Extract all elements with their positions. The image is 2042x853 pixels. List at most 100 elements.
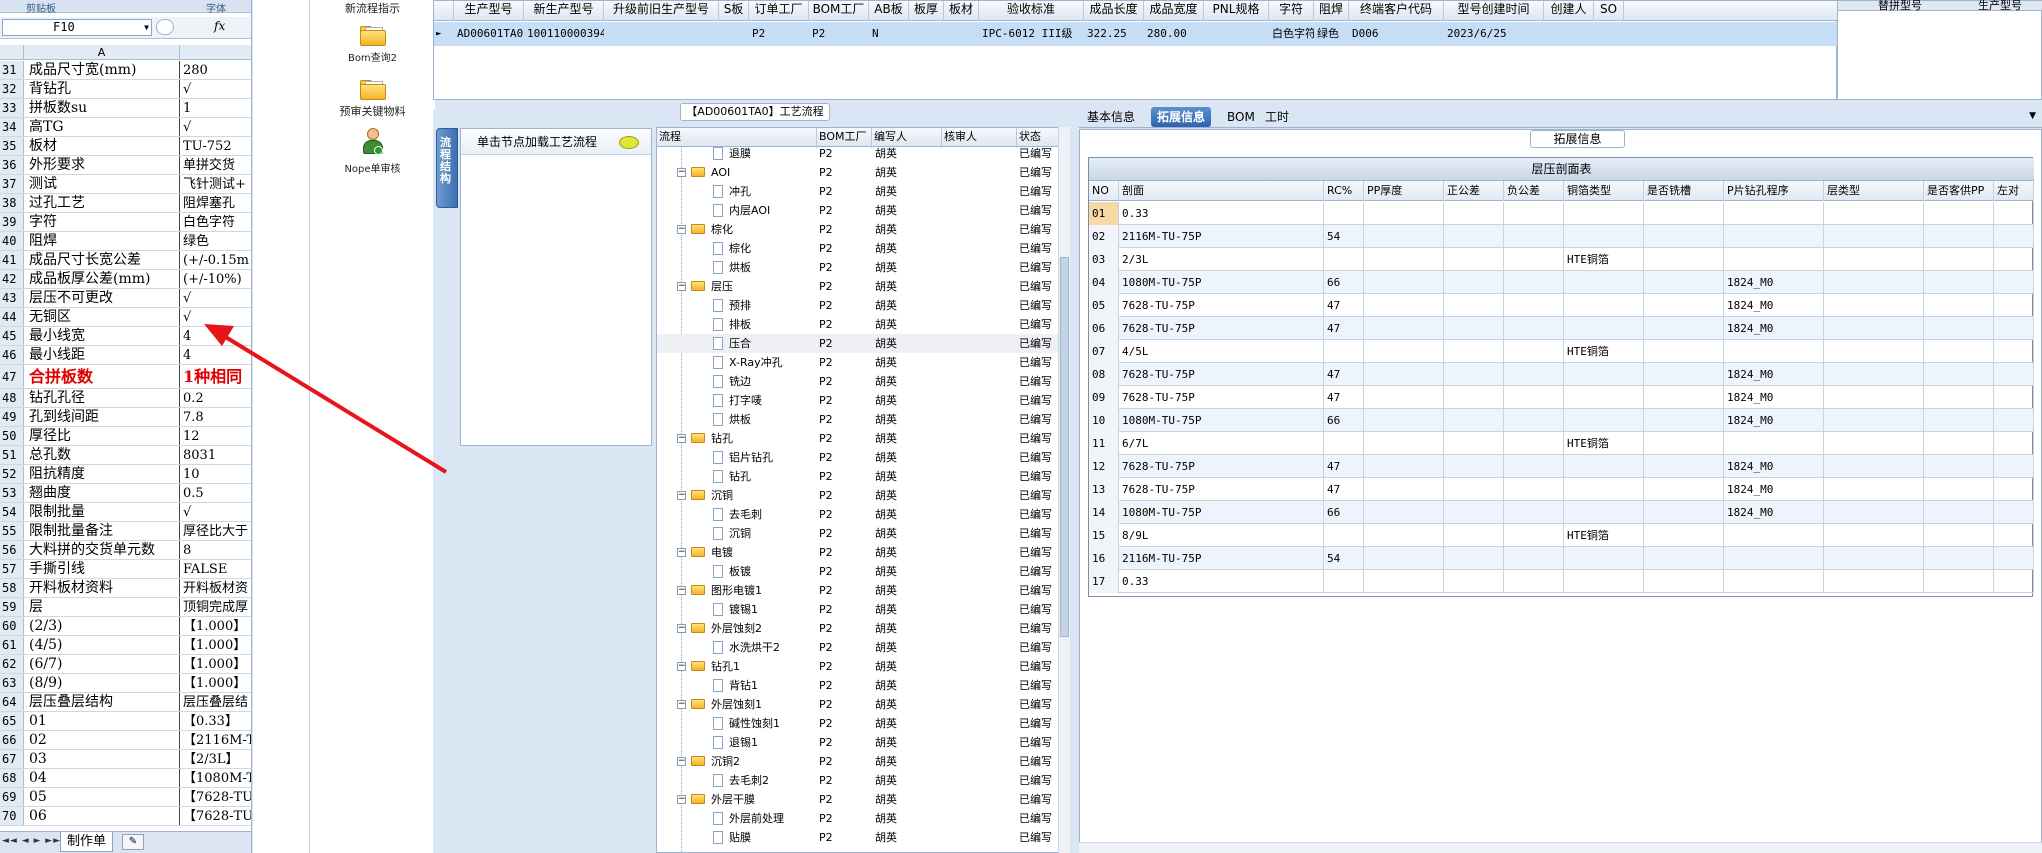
lamination-cell[interactable] (1724, 248, 1824, 271)
lamination-cell[interactable] (1364, 432, 1444, 455)
model-grid-column-header[interactable]: 订单工厂 (749, 1, 809, 21)
cell-b[interactable]: √ (180, 308, 251, 326)
lamination-cell[interactable]: 01 (1089, 202, 1119, 225)
lamination-cell[interactable]: 7628-TU-75P (1119, 455, 1324, 478)
cell-b[interactable]: 8 (180, 541, 251, 559)
flow-tree-row[interactable]: 压合 P2 胡英 已编写 (657, 334, 1069, 353)
flow-tree-row[interactable]: 去毛刺2 P2 胡英 已编写 (657, 771, 1069, 790)
lamination-cell[interactable]: 66 (1324, 501, 1364, 524)
lamination-cell[interactable] (1564, 294, 1644, 317)
lamination-cell[interactable] (1644, 225, 1724, 248)
cell-a[interactable]: 过孔工艺 (24, 194, 180, 212)
lamination-cell[interactable] (1324, 432, 1364, 455)
flow-tree-row[interactable]: 打字唛 P2 胡英 已编写 (657, 391, 1069, 410)
collapse-icon[interactable]: − (677, 757, 686, 766)
sheet-row[interactable]: 55 限制批量备注 厚径比大于 (0, 522, 251, 541)
flow-tree-row[interactable]: 烘板 P2 胡英 已编写 (657, 410, 1069, 429)
lamination-cell[interactable] (1924, 294, 1994, 317)
lamination-cell[interactable] (1364, 294, 1444, 317)
flow-tree-row[interactable]: − 外层蚀刻2 P2 胡英 已编写 (657, 619, 1069, 638)
model-grid-cell[interactable] (1547, 22, 1594, 46)
cell-b[interactable]: √ (180, 118, 251, 136)
select-all-corner[interactable] (0, 45, 24, 60)
row-number[interactable]: 32 (0, 80, 24, 98)
chevron-down-icon[interactable]: ▼ (2029, 111, 2036, 121)
lamination-row[interactable]: 05 7628-TU-75P 47 1824_M0 (1089, 294, 2034, 317)
tab-basic-info[interactable]: 基本信息 (1081, 107, 1141, 127)
collapse-icon[interactable]: − (677, 225, 686, 234)
lamination-cell[interactable] (1644, 340, 1724, 363)
lamination-cell[interactable] (1644, 271, 1724, 294)
lamination-row[interactable]: 16 2116M-TU-75P 54 (1089, 547, 2034, 570)
lamination-cell[interactable] (1824, 547, 1924, 570)
lamination-cell[interactable] (1924, 386, 1994, 409)
collapse-icon[interactable]: − (677, 168, 686, 177)
lamination-cell[interactable] (1504, 478, 1564, 501)
lamination-cell[interactable] (1444, 501, 1504, 524)
flow-tree-row[interactable]: 外层前处理 P2 胡英 已编写 (657, 809, 1069, 828)
lamination-cell[interactable] (1724, 202, 1824, 225)
lamination-column-header[interactable]: 负公差 (1504, 181, 1564, 201)
lamination-cell[interactable] (1444, 202, 1504, 225)
cell-a[interactable]: (6/7) (24, 655, 180, 673)
row-number[interactable]: 63 (0, 674, 24, 692)
lamination-cell[interactable]: 11 (1089, 432, 1119, 455)
row-number[interactable]: 56 (0, 541, 24, 559)
model-grid-cell[interactable] (912, 22, 944, 46)
cell-b[interactable]: √ (180, 289, 251, 307)
lamination-cell[interactable]: 54 (1324, 225, 1364, 248)
lamination-column-header[interactable]: PP厚度 (1364, 181, 1444, 201)
lamination-cell[interactable]: 1824_M0 (1724, 455, 1824, 478)
lamination-row[interactable]: 07 4/5L HTE铜箔 (1089, 340, 2034, 363)
lamination-cell[interactable]: 1824_M0 (1724, 294, 1824, 317)
lamination-cell[interactable] (1364, 202, 1444, 225)
cell-a[interactable]: 阻抗精度 (24, 465, 180, 483)
sheet-row[interactable]: 65 01 【0.33】 (0, 712, 251, 731)
lamination-cell[interactable] (1644, 363, 1724, 386)
cell-b[interactable]: 0.2 (180, 389, 251, 407)
lamination-cell[interactable]: 2116M-TU-75P (1119, 547, 1324, 570)
cell-a[interactable]: 最小线距 (24, 346, 180, 364)
flow-tree-row[interactable]: 铣边 P2 胡英 已编写 (657, 372, 1069, 391)
lamination-cell[interactable] (1364, 409, 1444, 432)
cell-b[interactable]: 【1.000】 (180, 655, 251, 673)
sheet-row[interactable]: 54 限制批量 √ (0, 503, 251, 522)
row-number[interactable]: 70 (0, 807, 24, 825)
pre-review-button[interactable]: 预审关键物料 (310, 78, 435, 119)
lamination-cell[interactable] (1644, 317, 1724, 340)
lamination-cell[interactable] (1364, 570, 1444, 593)
lamination-cell[interactable] (1564, 386, 1644, 409)
lamination-cell[interactable] (1644, 386, 1724, 409)
lamination-cell[interactable] (1994, 363, 2034, 386)
lamination-cell[interactable]: 1824_M0 (1724, 386, 1824, 409)
row-number[interactable]: 52 (0, 465, 24, 483)
lamination-cell[interactable] (1504, 570, 1564, 593)
flow-tree-row[interactable]: 背钻1 P2 胡英 已编写 (657, 676, 1069, 695)
lamination-cell[interactable] (1364, 317, 1444, 340)
cell-b[interactable]: 0.5 (180, 484, 251, 502)
lamination-cell[interactable] (1444, 386, 1504, 409)
flow-tree-row[interactable]: − AOI P2 胡英 已编写 (657, 163, 1069, 182)
cell-b[interactable]: (+/-0.15m (180, 251, 251, 269)
lamination-cell[interactable] (1444, 363, 1504, 386)
row-number[interactable]: 49 (0, 408, 24, 426)
row-number[interactable]: 66 (0, 731, 24, 749)
flow-tree-row[interactable]: 水洗烘干2 P2 胡英 已编写 (657, 638, 1069, 657)
lamination-cell[interactable]: HTE铜箔 (1564, 248, 1644, 271)
cell-b[interactable]: 【0.33】 (180, 712, 251, 730)
lamination-cell[interactable]: 2/3L (1119, 248, 1324, 271)
cell-b[interactable]: 飞针测试+ (180, 175, 251, 193)
lamination-row[interactable]: 10 1080M-TU-75P 66 1824_M0 (1089, 409, 2034, 432)
sheet-row[interactable]: 56 大料拼的交货单元数 8 (0, 541, 251, 560)
formula-input[interactable]: fx (156, 19, 250, 36)
sheet-row[interactable]: 47 合拼板数 1种相同 (0, 365, 251, 389)
collapse-icon[interactable]: − (677, 282, 686, 291)
lamination-cell[interactable] (1444, 409, 1504, 432)
tab-extended-info[interactable]: 拓展信息 (1151, 107, 1212, 127)
cell-b[interactable]: 单拼交货 (180, 156, 251, 174)
lamination-cell[interactable] (1994, 547, 2034, 570)
row-number[interactable]: 33 (0, 99, 24, 117)
sheet-row[interactable]: 52 阻抗精度 10 (0, 465, 251, 484)
collapse-icon[interactable]: − (677, 662, 686, 671)
lamination-cell[interactable]: 13 (1089, 478, 1119, 501)
